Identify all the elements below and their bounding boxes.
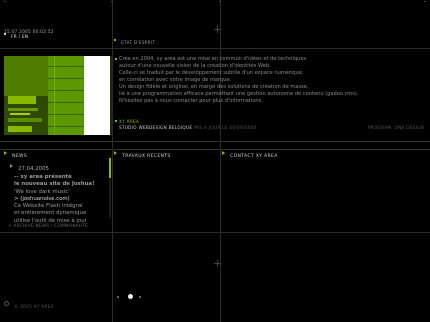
nav-bottom-divider [0, 149, 430, 150]
copyright: © 2005 XY AREA [4, 293, 54, 312]
intro-line: Celle-ci se traduit par le développement… [119, 70, 304, 76]
bullet-icon [115, 120, 117, 122]
green-blocks-graphic [4, 56, 112, 135]
copyright-text: © 2005 XY AREA [14, 304, 54, 309]
arrow-right-icon [10, 163, 13, 168]
nav-works[interactable]: TRAVAUX RECENTS [114, 142, 171, 161]
corner-tick [111, 1, 113, 2]
column-divider-left [112, 0, 113, 322]
news-body: et entièrement dynamique [14, 210, 87, 217]
language-label[interactable]: FR / EN [11, 34, 28, 39]
circle-icon [4, 301, 9, 306]
top-divider [0, 48, 430, 49]
crosshair-icon [214, 26, 221, 33]
news-quote: 'We love dark music' [14, 188, 70, 195]
intro-line: Un design fidèle et original, en marge d… [119, 84, 309, 90]
studio-tagline: STUDIO WEBDESIGN BELGIQUE MIS A JOUR LE … [119, 125, 257, 130]
intro-line: autour d'une nouvelle vision de la créat… [119, 63, 271, 69]
intro-line: N'hésitez pas à nous contacter pour plus… [119, 98, 263, 104]
nav-contact-label[interactable]: CONTACT XY AREA [230, 154, 278, 159]
state-of-mind: ETAT D'ESPRIT : [114, 29, 159, 48]
news-scrollbar-thumb[interactable] [109, 158, 111, 178]
news-date: 27.04.2005 [18, 166, 49, 172]
arrow-right-icon [114, 150, 117, 155]
news-title: le nouveau site de Joshua! [14, 181, 95, 188]
arrow-right-icon [222, 150, 225, 155]
hero-image[interactable] [4, 56, 112, 135]
sound-toggle-icon[interactable] [128, 294, 133, 299]
content-bottom-divider [0, 232, 430, 233]
nav-top-divider [0, 141, 430, 142]
intro-text: Crée en 2004, xy area est une mise en co… [119, 56, 359, 105]
corner-tick [4, 1, 6, 2]
state-label: ETAT D'ESPRIT : [121, 40, 159, 45]
brand-name: XY AREA [119, 119, 140, 124]
intro-line: Crée en 2004, xy area est une mise en co… [119, 56, 307, 62]
nav-works-label[interactable]: TRAVAUX RECENTS [122, 154, 170, 159]
dot-icon [139, 296, 141, 298]
column-divider-mid [220, 0, 221, 322]
tagline-text: STUDIO WEBDESIGN BELGIQUE [119, 125, 193, 130]
intro-line: lié à une programmation efficace permett… [119, 91, 359, 97]
news-item: 27.04.2005 -- xy area présente le nouvea… [4, 155, 95, 225]
datetime: 15.07.2005 00:02:52 [4, 29, 54, 34]
corner-tick [424, 1, 426, 2]
dot-icon [117, 296, 119, 298]
crosshair-icon [214, 260, 221, 267]
bullet-icon [115, 58, 117, 60]
program-credit: PROGRAM: ONE DESIGN [368, 125, 425, 130]
bullet-icon [114, 38, 116, 41]
nav-contact[interactable]: CONTACT XY AREA [222, 142, 278, 161]
news-date-row: 27.04.2005 [4, 155, 95, 174]
update-date: MIS A JOUR LE 00/00/0000 [193, 125, 257, 130]
intro-line: en corrélation avec votre image de marqu… [119, 77, 232, 83]
archive-link[interactable]: > ARCHIVE NEWS / COMMUNAUTE [8, 223, 88, 228]
news-title: -- xy area présente [14, 174, 72, 180]
arrow-right-icon [4, 150, 7, 155]
corner-tick [219, 1, 221, 2]
